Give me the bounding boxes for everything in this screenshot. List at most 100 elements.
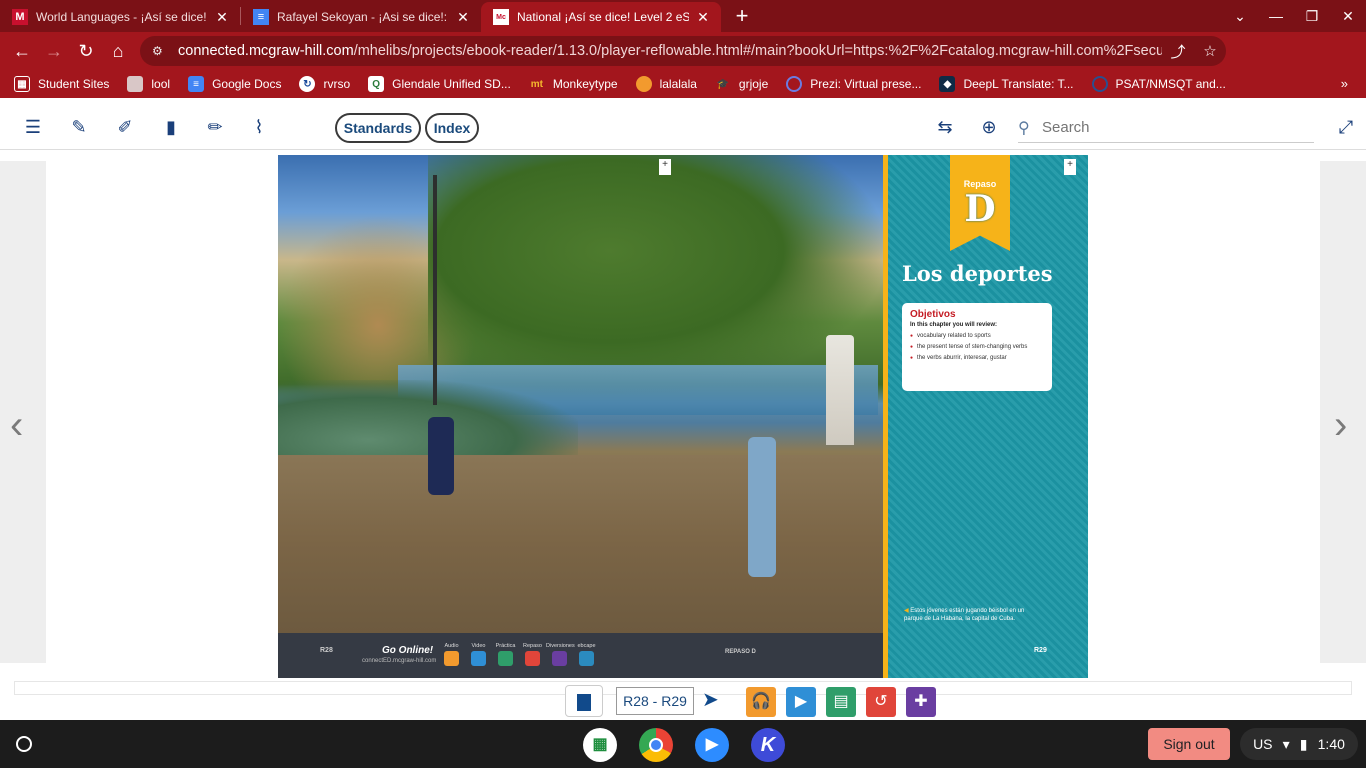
close-icon[interactable]: ✕	[455, 9, 471, 25]
next-page-panel[interactable]: ›	[1320, 161, 1366, 663]
bookmark-notes-icon[interactable]: ▮	[159, 115, 183, 139]
bookmark-label: Prezi: Virtual prese...	[810, 77, 922, 91]
bookmark-grjoje[interactable]: 🎓 grjoje	[715, 76, 769, 92]
video-icon	[471, 651, 486, 666]
site-info-icon[interactable]: ⚙	[152, 44, 170, 58]
bookmark-monkeytype[interactable]: mt Monkeytype	[529, 76, 618, 92]
bookmark-label: lalalala	[659, 77, 697, 91]
classroom-app-icon[interactable]: ▦	[583, 728, 617, 762]
grid-icon: ▦	[14, 76, 30, 92]
bookmark-label: Google Docs	[212, 77, 282, 91]
zoom-icon[interactable]: ⊕	[977, 115, 1001, 139]
tab-world-languages[interactable]: M World Languages - ¡Así se dice! L ✕	[0, 2, 240, 32]
share-icon[interactable]: ⤴	[1162, 41, 1194, 62]
objective-item: the present tense of stem-changing verbs	[910, 344, 1044, 350]
repaso-ribbon: Repaso D	[950, 155, 1010, 251]
chrome-app-icon[interactable]	[639, 728, 673, 762]
audio-icon[interactable]: 🎧	[746, 687, 776, 717]
new-tab-button[interactable]: +	[727, 2, 757, 32]
bookmark-toggle-button[interactable]	[565, 685, 603, 717]
add-note-icon[interactable]: +	[659, 159, 671, 175]
chapter-title: Los deportes	[902, 261, 1053, 286]
standards-button[interactable]: Standards	[335, 113, 421, 143]
bookmark-google-docs[interactable]: ≡ Google Docs	[188, 76, 281, 92]
url-text[interactable]: connected.mcgraw-hill.com/mhelibs/projec…	[178, 43, 1162, 59]
minimize-icon[interactable]: —	[1258, 8, 1294, 24]
right-page-number: R29	[1034, 647, 1047, 654]
go-to-page-icon[interactable]: ➤	[702, 687, 719, 712]
page-navigation-bar: ➤ 🎧 ▶ ▤ ↺ ✚	[0, 679, 1366, 720]
audio-icon	[444, 651, 459, 666]
tab-title: World Languages - ¡Así se dice! L	[36, 10, 208, 24]
prev-page-panel[interactable]: ‹	[0, 161, 46, 663]
photo-streetlamp	[433, 175, 437, 405]
back-icon[interactable]: ←	[6, 35, 38, 67]
book-spread: + R28 Go Online! connectED.mcgraw-hill.c…	[278, 155, 1088, 678]
reload-icon[interactable]: ↻	[70, 35, 102, 67]
tab-national-asi-se-dice[interactable]: Mc National ¡Así se dice! Level 2 eSt ✕	[481, 2, 721, 32]
close-window-icon[interactable]: ✕	[1330, 8, 1366, 25]
highlighter-icon[interactable]: ✎	[67, 115, 91, 139]
fit-width-icon[interactable]: ⇆	[933, 115, 957, 139]
tab-search-icon[interactable]: ⌄	[1222, 8, 1258, 25]
objective-item: the verbs aburrir, interesar, gustar	[910, 355, 1044, 361]
audio-resource: Audio	[438, 643, 465, 666]
bookmark-lalalala[interactable]: lalalala	[635, 76, 697, 92]
kami-app-icon[interactable]: K	[751, 728, 785, 762]
bookmark-star-icon[interactable]: ☆	[1194, 42, 1226, 60]
eraser-icon[interactable]: ⌇	[247, 115, 271, 139]
mcgraw-hill-icon: Mc	[493, 9, 509, 25]
close-icon[interactable]: ✕	[695, 9, 711, 25]
forward-icon[interactable]: →	[38, 35, 70, 67]
diversiones-icon[interactable]: ✚	[906, 687, 936, 717]
bookmark-label: PSAT/NMSQT and...	[1115, 77, 1226, 91]
bookmark-glendale[interactable]: Q Glendale Unified SD...	[368, 76, 511, 92]
index-button[interactable]: Index	[425, 113, 479, 143]
reader-area: ‹ › + R28 Go Online! connectED.mcgraw-hi…	[0, 151, 1366, 679]
system-tray[interactable]: US ▾ ▮ 1:40	[1240, 728, 1358, 760]
practice-icon[interactable]: ▤	[826, 687, 856, 717]
flame-icon	[635, 76, 652, 92]
bookmark-rvrso[interactable]: ↻ rvrso	[299, 76, 350, 92]
search-input[interactable]	[1042, 119, 1302, 136]
online-resource-icons: Audio Video Práctica Repaso Diversiones …	[438, 643, 600, 666]
page-number-input[interactable]	[616, 687, 694, 715]
escape-resource: ebcape	[573, 643, 600, 666]
photo-ground	[278, 455, 883, 633]
tab-title: Rafayel Sekoyan - ¡Asi se dice!: C	[277, 10, 449, 24]
graduation-icon: 🎓	[716, 78, 730, 90]
tab-google-doc[interactable]: ≡ Rafayel Sekoyan - ¡Asi se dice!: C ✕	[241, 2, 481, 32]
photo-batter	[428, 417, 454, 495]
add-note-icon[interactable]: +	[1064, 159, 1076, 175]
sign-out-button[interactable]: Sign out	[1148, 728, 1230, 760]
chevron-left-icon[interactable]: ‹	[10, 403, 23, 448]
bookmark-label: lool	[151, 77, 171, 91]
bookmark-psat[interactable]: PSAT/NMSQT and...	[1091, 76, 1226, 92]
photo-caption: Estos jóvenes están jugando béisbol en u…	[904, 607, 1044, 623]
restore-icon[interactable]: ❐	[1294, 8, 1330, 25]
bookmarks-overflow-button[interactable]: »	[1341, 76, 1348, 91]
video-icon[interactable]: ▶	[786, 687, 816, 717]
zoom-app-icon[interactable]: ▶	[695, 728, 729, 762]
deepl-icon: ◆	[939, 76, 956, 92]
bookmark-label: rvrso	[323, 77, 351, 91]
fullscreen-icon[interactable]: ⤢	[1334, 115, 1358, 139]
chevron-right-icon[interactable]: ›	[1334, 403, 1347, 448]
pencil-icon[interactable]: ✏	[203, 115, 227, 139]
launcher-icon[interactable]	[16, 736, 32, 752]
address-bar[interactable]: ⚙ connected.mcgraw-hill.com/mhelibs/proj…	[140, 36, 1226, 66]
bookmark-deepl[interactable]: ◆ DeepL Translate: T...	[939, 76, 1074, 92]
review-icon	[525, 651, 540, 666]
bookmark-lool[interactable]: lool	[127, 76, 170, 92]
collegeboard-icon	[1091, 76, 1108, 92]
home-icon[interactable]: ⌂	[102, 35, 134, 67]
review-icon[interactable]: ↺	[866, 687, 896, 717]
bookmark-student-sites[interactable]: ▦ Student Sites	[14, 76, 109, 92]
table-of-contents-icon[interactable]: ☰	[21, 115, 45, 139]
photo-statue	[826, 335, 854, 445]
photo-tree-canopy	[428, 155, 883, 395]
pen-icon[interactable]: ✐	[113, 115, 137, 139]
close-icon[interactable]: ✕	[214, 9, 230, 25]
objectives-title: Objetivos	[910, 309, 956, 320]
bookmark-prezi[interactable]: Prezi: Virtual prese...	[786, 76, 921, 92]
